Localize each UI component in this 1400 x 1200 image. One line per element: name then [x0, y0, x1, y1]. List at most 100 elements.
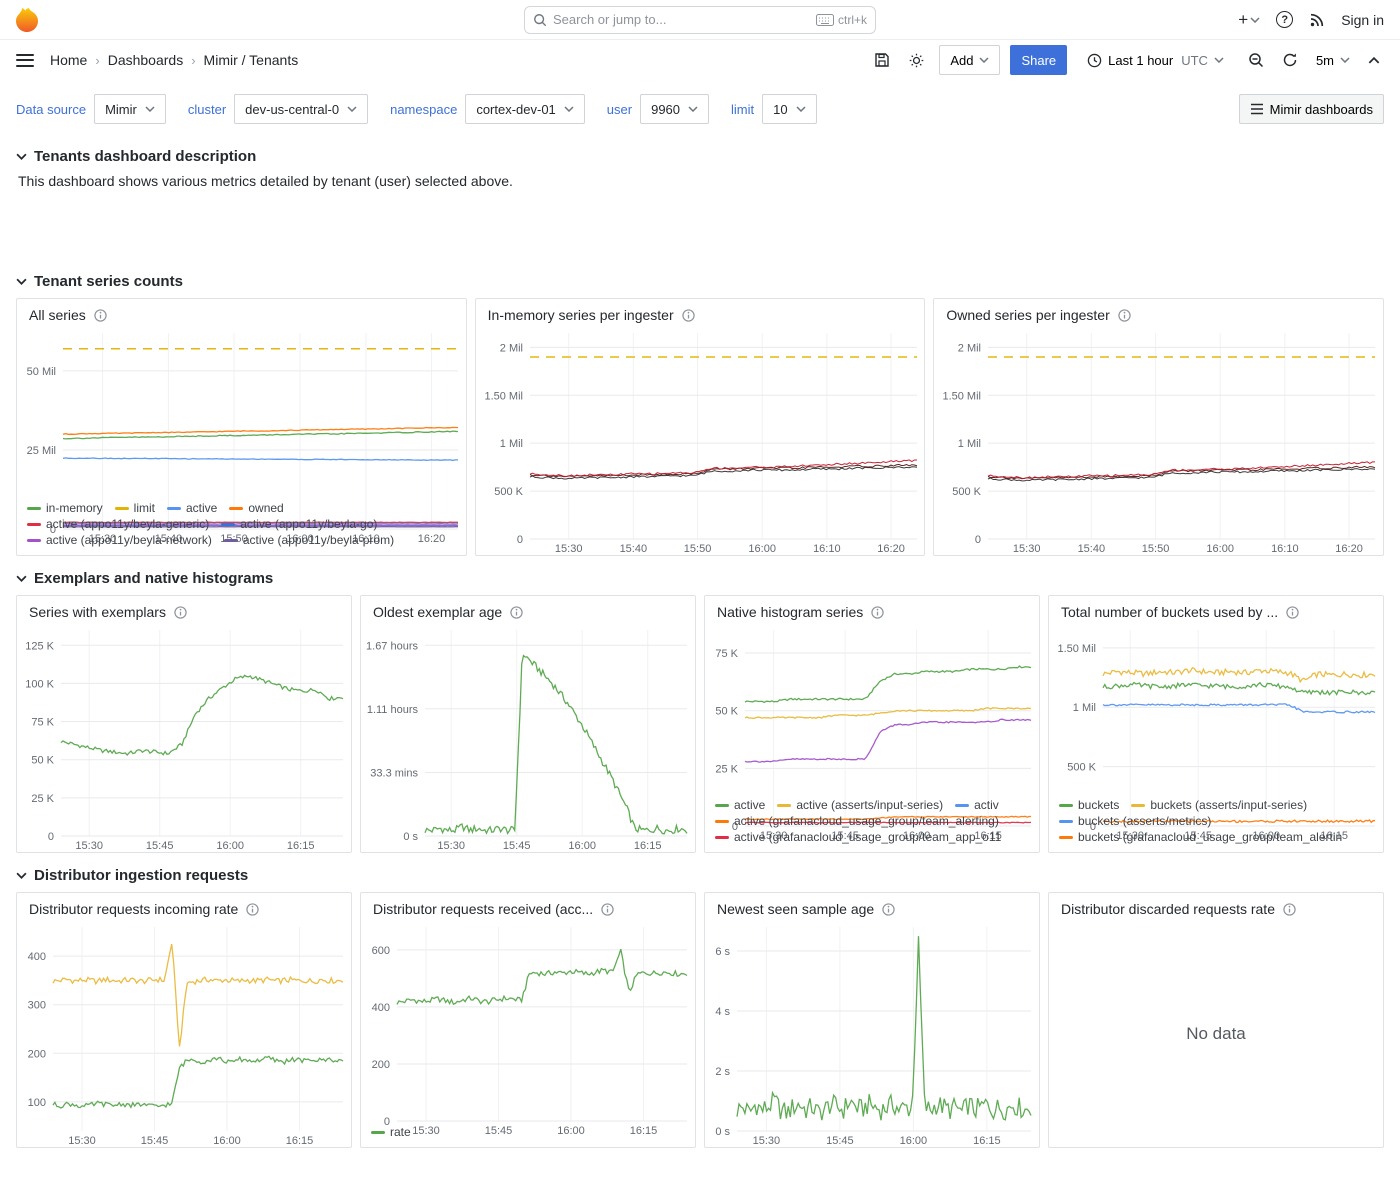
- limit-select[interactable]: 10: [762, 94, 816, 124]
- variable-label[interactable]: limit: [731, 102, 754, 117]
- legend-label: owned: [248, 501, 283, 515]
- global-search[interactable]: ctrl+k: [524, 6, 876, 34]
- legend-item[interactable]: active (appo11y/beyla-go): [221, 517, 377, 531]
- info-icon[interactable]: [246, 903, 259, 916]
- variable-label[interactable]: Data source: [16, 102, 86, 117]
- svg-text:15:30: 15:30: [68, 1135, 96, 1147]
- collapse-toolbar-button[interactable]: [1364, 53, 1384, 68]
- time-series-chart[interactable]: 15:3015:4516:0016:15100200300400: [17, 921, 351, 1147]
- legend-item[interactable]: buckets: [1059, 798, 1119, 812]
- refresh-interval-picker[interactable]: 5m: [1312, 45, 1354, 75]
- legend-item[interactable]: active (appo11y/beyla-network): [27, 533, 212, 547]
- time-series-chart[interactable]: 15:3015:4516:0016:150 s2 s4 s6 s: [705, 921, 1039, 1147]
- breadcrumb-dashboards[interactable]: Dashboards: [108, 52, 184, 68]
- section-description-header[interactable]: Tenants dashboard description: [16, 148, 1384, 165]
- svg-text:2 Mil: 2 Mil: [958, 342, 981, 354]
- legend-item[interactable]: owned: [229, 501, 283, 515]
- time-series-chart[interactable]: 15:3015:4516:0016:15025 K50 K75 K100 K12…: [17, 624, 351, 852]
- panel-header[interactable]: Distributor requests received (acc...: [361, 893, 695, 921]
- info-icon[interactable]: [882, 903, 895, 916]
- panel-header[interactable]: Series with exemplars: [17, 596, 351, 624]
- info-icon[interactable]: [1286, 606, 1299, 619]
- info-icon[interactable]: [1118, 309, 1131, 322]
- panel-header[interactable]: Distributor requests incoming rate: [17, 893, 351, 921]
- share-button[interactable]: Share: [1010, 45, 1067, 75]
- legend-swatch: [167, 507, 181, 510]
- legend-item[interactable]: active (asserts/input-series): [777, 798, 943, 812]
- mimir-dashboards-button[interactable]: Mimir dashboards: [1239, 94, 1384, 124]
- legend-item[interactable]: active: [715, 798, 765, 812]
- namespace-value: cortex-dev-01: [476, 102, 555, 117]
- info-icon[interactable]: [871, 606, 884, 619]
- user-value: 9960: [651, 102, 680, 117]
- timezone-label: UTC: [1181, 53, 1208, 68]
- news-button[interactable]: [1309, 12, 1325, 28]
- legend-item[interactable]: active: [167, 501, 217, 515]
- panel-header[interactable]: Distributor discarded requests rate: [1049, 893, 1383, 921]
- legend-item[interactable]: buckets (asserts/input-series): [1131, 798, 1307, 812]
- section-distributor-header[interactable]: Distributor ingestion requests: [16, 867, 1384, 884]
- add-panel-button[interactable]: Add: [939, 45, 1000, 75]
- cluster-select[interactable]: dev-us-central-0: [234, 94, 368, 124]
- user-select[interactable]: 9960: [640, 94, 709, 124]
- panel-title: Distributor requests received (acc...: [373, 901, 593, 917]
- help-button[interactable]: ?: [1276, 11, 1293, 28]
- variable-label[interactable]: namespace: [390, 102, 457, 117]
- namespace-select[interactable]: cortex-dev-01: [465, 94, 584, 124]
- time-series-chart[interactable]: 15:3015:4516:0016:150500 K1 Mil1.50 Mil: [1049, 624, 1383, 796]
- time-series-chart[interactable]: 15:3015:4015:5016:0016:1016:200500 K1 Mi…: [934, 327, 1383, 555]
- section-exemplars-header[interactable]: Exemplars and native histograms: [16, 570, 1384, 587]
- legend-item[interactable]: limit: [115, 501, 155, 515]
- legend-item[interactable]: active (appo11y/beyla-generic): [27, 517, 209, 531]
- variable-label[interactable]: cluster: [188, 102, 226, 117]
- legend-item[interactable]: buckets (grafanacloud_usage_group/team_a…: [1059, 830, 1342, 844]
- zoom-out-button[interactable]: [1244, 48, 1268, 72]
- time-series-chart[interactable]: 15:3015:4516:0016:150200400600: [361, 921, 695, 1123]
- legend-item[interactable]: in-memory: [27, 501, 103, 515]
- breadcrumb-home[interactable]: Home: [50, 52, 87, 68]
- legend-item[interactable]: active (grafanacloud_usage_group/team_ap…: [715, 830, 1001, 844]
- svg-text:500 K: 500 K: [494, 486, 523, 498]
- info-icon[interactable]: [682, 309, 695, 322]
- breadcrumb-current[interactable]: Mimir / Tenants: [204, 52, 299, 68]
- section-series-counts-header[interactable]: Tenant series counts: [16, 273, 1384, 290]
- info-icon[interactable]: [601, 903, 614, 916]
- sign-in-link[interactable]: Sign in: [1341, 12, 1384, 28]
- chevron-down-icon: [145, 106, 155, 112]
- panel-header[interactable]: All series: [17, 299, 466, 327]
- datasource-select[interactable]: Mimir: [94, 94, 166, 124]
- dashboard-settings-button[interactable]: [904, 48, 929, 73]
- legend-item[interactable]: activ: [955, 798, 999, 812]
- info-icon[interactable]: [1283, 903, 1296, 916]
- panel-header[interactable]: Oldest exemplar age: [361, 596, 695, 624]
- time-range-picker[interactable]: Last 1 hour UTC: [1077, 45, 1234, 75]
- panel-header[interactable]: Owned series per ingester: [934, 299, 1383, 327]
- svg-text:15:30: 15:30: [75, 840, 103, 852]
- panel-header[interactable]: In-memory series per ingester: [476, 299, 925, 327]
- time-series-chart[interactable]: 15:3015:4015:5016:0016:1016:20025 Mil50 …: [17, 327, 466, 499]
- panel-title: Newest seen sample age: [717, 901, 874, 917]
- grafana-logo[interactable]: [16, 7, 42, 33]
- variable-user: user 9960: [607, 94, 709, 124]
- save-dashboard-button[interactable]: [870, 48, 894, 72]
- legend-item[interactable]: active (appo11y/beyla-prom): [224, 533, 394, 547]
- info-icon[interactable]: [174, 606, 187, 619]
- time-series-chart[interactable]: 15:3015:4516:0016:15025 K50 K75 K: [705, 624, 1039, 796]
- panel-header[interactable]: Newest seen sample age: [705, 893, 1039, 921]
- time-series-chart[interactable]: 15:3015:4015:5016:0016:1016:200500 K1 Mi…: [476, 327, 925, 555]
- time-series-chart[interactable]: 15:3015:4516:0016:150 s33.3 mins1.11 hou…: [361, 624, 695, 852]
- panel-title: Series with exemplars: [29, 604, 166, 620]
- new-menu-button[interactable]: +: [1238, 11, 1260, 28]
- refresh-button[interactable]: [1278, 48, 1302, 72]
- legend-item[interactable]: active (grafanacloud_usage_group/team_al…: [715, 814, 999, 828]
- variable-label[interactable]: user: [607, 102, 632, 117]
- panel-header[interactable]: Total number of buckets used by ...: [1049, 596, 1383, 624]
- info-icon[interactable]: [510, 606, 523, 619]
- legend-item[interactable]: rate: [371, 1125, 411, 1139]
- panel-header[interactable]: Native histogram series: [705, 596, 1039, 624]
- menu-icon[interactable]: [16, 54, 34, 67]
- info-icon[interactable]: [94, 309, 107, 322]
- search-input[interactable]: [553, 12, 810, 27]
- legend-item[interactable]: buckets (asserts/metrics): [1059, 814, 1211, 828]
- svg-text:300: 300: [28, 1000, 46, 1012]
